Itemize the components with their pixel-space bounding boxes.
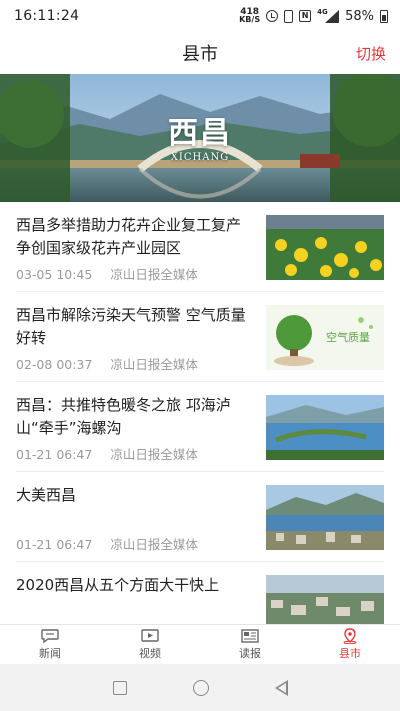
tab-label: 新闻 xyxy=(39,647,61,660)
status-time: 16:11:24 xyxy=(14,8,80,24)
tab-read-newspaper[interactable]: 读报 xyxy=(200,625,300,664)
battery-percent: 58% xyxy=(345,8,374,24)
recent-apps-icon[interactable] xyxy=(112,680,127,695)
page-title: 县市 xyxy=(182,44,218,65)
status-icons: 418 KB/S N 4G 58% xyxy=(239,8,388,24)
news-time: 06:47 xyxy=(56,447,93,462)
tab-label: 视频 xyxy=(139,647,161,660)
news-thumbnail xyxy=(266,575,384,624)
news-meta: 02-08 00:37 凉山日报全媒体 xyxy=(16,354,198,373)
news-item[interactable]: 西昌多举措助力花卉企业复工复产 争创国家级花卉产业园区 03-05 10:45 … xyxy=(16,202,384,292)
news-title: 西昌多举措助力花卉企业复工复产 争创国家级花卉产业园区 xyxy=(16,216,242,257)
nfc-icon: N xyxy=(299,10,312,22)
network-speed-unit: KB/S xyxy=(239,15,261,24)
news-time: 10:45 xyxy=(56,267,93,282)
switch-button[interactable]: 切换 xyxy=(356,43,386,64)
tab-label: 读报 xyxy=(239,647,261,660)
news-item[interactable]: 2020西昌从五个方面大干快上 xyxy=(16,562,384,624)
network-speed: 418 KB/S xyxy=(239,8,260,24)
news-time: 06:47 xyxy=(56,537,93,552)
news-date: 01-21 xyxy=(16,447,53,462)
banner-image[interactable]: 西昌 XICHANG xyxy=(0,74,400,202)
newspaper-icon xyxy=(241,629,259,643)
location-icon xyxy=(343,628,357,644)
chat-icon xyxy=(41,629,59,644)
thumb-text: 空气质量 xyxy=(326,330,370,344)
news-title: 西昌：共推特色暖冬之旅 邛海泸山“牵手”海螺沟 xyxy=(16,396,231,437)
battery-icon xyxy=(380,9,388,23)
vibrate-icon xyxy=(284,9,294,23)
alarm-icon xyxy=(266,10,279,22)
news-thumbnail xyxy=(266,395,384,460)
news-item[interactable]: 西昌市解除污染天气预警 空气质量好转 02-08 00:37 凉山日报全媒体 空… xyxy=(16,292,384,382)
home-icon[interactable] xyxy=(192,679,209,696)
news-meta: 01-21 06:47 凉山日报全媒体 xyxy=(16,534,198,553)
news-source: 凉山日报全媒体 xyxy=(110,357,198,372)
back-icon[interactable] xyxy=(274,679,288,696)
banner-subcaption: XICHANG xyxy=(170,152,230,163)
news-meta: 03-05 10:45 凉山日报全媒体 xyxy=(16,264,198,283)
bottom-tab-bar: 新闻 视频 读报 县市 xyxy=(0,624,400,664)
news-source: 凉山日报全媒体 xyxy=(110,537,198,552)
news-time: 00:37 xyxy=(56,357,93,372)
tab-label: 县市 xyxy=(339,647,361,660)
news-date: 02-08 xyxy=(16,357,53,372)
news-date: 03-05 xyxy=(16,267,53,282)
tab-news[interactable]: 新闻 xyxy=(0,625,100,664)
news-title: 大美西昌 xyxy=(16,486,77,504)
signal-icon: 4G xyxy=(317,8,340,23)
news-title: 西昌市解除污染天气预警 空气质量好转 xyxy=(16,306,246,347)
app-header: 县市 切换 xyxy=(0,32,400,74)
news-thumbnail xyxy=(266,485,384,550)
tab-county-city[interactable]: 县市 xyxy=(300,625,400,664)
news-item[interactable]: 大美西昌 01-21 06:47 凉山日报全媒体 xyxy=(16,472,384,562)
news-title: 2020西昌从五个方面大干快上 xyxy=(16,576,220,594)
news-date: 01-21 xyxy=(16,537,53,552)
tab-video[interactable]: 视频 xyxy=(100,625,200,664)
status-bar: 16:11:24 418 KB/S N 4G 58% xyxy=(0,0,400,32)
news-thumbnail: 空气质量 xyxy=(266,305,384,370)
news-thumbnail xyxy=(266,215,384,280)
news-source: 凉山日报全媒体 xyxy=(110,447,198,462)
news-item[interactable]: 西昌：共推特色暖冬之旅 邛海泸山“牵手”海螺沟 01-21 06:47 凉山日报… xyxy=(16,382,384,472)
system-navigation-bar xyxy=(0,664,400,711)
news-list: 西昌多举措助力花卉企业复工复产 争创国家级花卉产业园区 03-05 10:45 … xyxy=(0,202,400,624)
news-meta: 01-21 06:47 凉山日报全媒体 xyxy=(16,444,198,463)
banner-caption: 西昌 xyxy=(168,116,232,151)
video-icon xyxy=(141,629,159,642)
news-source: 凉山日报全媒体 xyxy=(110,267,198,282)
